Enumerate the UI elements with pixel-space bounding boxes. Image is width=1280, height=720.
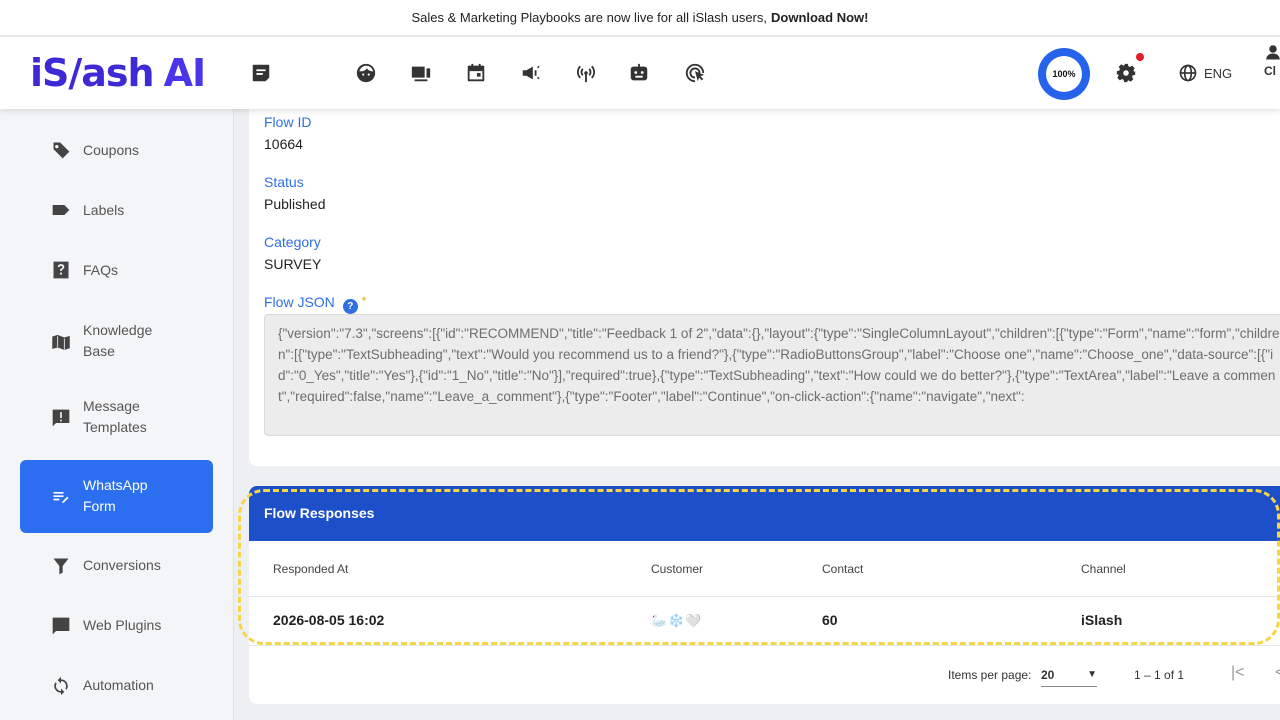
items-per-page-value: 20 (1041, 668, 1055, 682)
pagination-range: 1 – 1 of 1 (1134, 668, 1185, 682)
sidebar-item-web-plugins[interactable]: Web Plugins (20, 604, 213, 648)
target-cursor-icon[interactable] (683, 61, 707, 85)
face-icon[interactable] (354, 61, 378, 85)
sidebar-item-label: Automation (83, 677, 154, 693)
alert-message-icon (50, 407, 72, 429)
required-marker: * (361, 294, 367, 308)
previous-page-icon[interactable]: < (1275, 664, 1280, 682)
completion-progress-value: 100% (1046, 56, 1082, 92)
sidebar-item-knowledge-base[interactable]: Knowledge Base (20, 309, 213, 375)
user-icon (1266, 45, 1280, 60)
language-label: ENG (1204, 65, 1233, 81)
flow-details-card: Flow ID 10664 Status Published Category … (249, 100, 1280, 466)
sidebar-item-conversions[interactable]: Conversions (20, 544, 213, 588)
broadcast-icon[interactable] (574, 61, 598, 85)
items-per-page-select[interactable]: 20 ▼ (1041, 668, 1097, 687)
flow-responses-title: Flow Responses (264, 505, 375, 521)
dropdown-arrow-icon: ▼ (1087, 669, 1097, 680)
sidebar-item-label: FAQs (83, 262, 119, 278)
filter-icon (50, 555, 72, 577)
sync-icon (50, 675, 72, 697)
sidebar-item-automation[interactable]: Automation (20, 664, 213, 708)
completion-progress[interactable]: 100% (1038, 48, 1090, 100)
first-page-icon[interactable]: |< (1231, 664, 1245, 682)
sidebar-item-label: Conversions (83, 557, 161, 573)
sidebar-item-labels[interactable]: Labels (20, 189, 213, 233)
sidebar-item-coupons[interactable]: Coupons (20, 129, 213, 173)
banner-text: Sales & Marketing Playbooks are now live… (411, 10, 768, 25)
flow-id-label: Flow ID (264, 114, 312, 130)
gear-icon[interactable] (1114, 61, 1138, 85)
column-header-channel[interactable]: Channel (1081, 562, 1126, 576)
items-per-page-label: Items per page: (948, 668, 1032, 682)
chat-icon (50, 615, 72, 637)
status-label: Status (264, 174, 304, 190)
sidebar-item-label: WhatsApp Form (83, 477, 148, 514)
sidebar-item-faqs[interactable]: FAQs (20, 249, 213, 293)
robot-icon[interactable] (627, 61, 651, 85)
sidebar-item-label: Coupons (83, 142, 140, 158)
sidebar-item-whatsapp-form[interactable]: WhatsApp Form (20, 460, 213, 533)
flow-id-value: 10664 (264, 136, 303, 152)
cell-channel: iSlash (1081, 612, 1123, 628)
notes-icon[interactable] (249, 61, 273, 85)
sidebar-item-label: Message Templates (83, 398, 147, 435)
column-header-customer[interactable]: Customer (651, 562, 703, 576)
download-now-link[interactable]: Download Now! (771, 10, 869, 25)
calendar-icon[interactable] (464, 61, 488, 85)
form-icon (50, 486, 72, 508)
user-menu[interactable]: Cl (1264, 43, 1280, 78)
label-icon (50, 199, 72, 221)
book-icon (50, 331, 72, 353)
column-header-contact[interactable]: Contact (822, 562, 863, 576)
notification-dot (1136, 53, 1144, 61)
status-value: Published (264, 196, 326, 212)
cell-responded-at: 2026-08-05 16:02 (273, 612, 385, 628)
cell-contact: 60 (822, 612, 838, 628)
media-icon[interactable] (409, 61, 433, 85)
help-icon[interactable]: ? (342, 299, 358, 314)
column-header-responded-at[interactable]: Responded At (273, 562, 348, 576)
language-selector[interactable]: ENG (1178, 63, 1232, 83)
flow-json-textarea[interactable]: {"version":"7.3","screens":[{"id":"RECOM… (264, 314, 1280, 436)
flow-responses-card: Flow Responses Responded At Customer Con… (249, 486, 1280, 704)
flow-json-label-row: Flow JSON? * (264, 294, 366, 314)
megaphone-icon[interactable] (519, 61, 543, 85)
sidebar: Coupons Labels FAQs Knowledge Base Messa… (0, 109, 234, 720)
cell-customer: 🦢❄️🤍 (651, 613, 703, 628)
islash-logo[interactable]: iS/ash AI (30, 51, 206, 95)
category-value: SURVEY (264, 256, 322, 272)
flow-json-label: Flow JSON (264, 294, 335, 310)
globe-icon (1179, 64, 1197, 82)
sidebar-item-message-templates[interactable]: Message Templates (20, 385, 213, 451)
announcement-banner: Sales & Marketing Playbooks are now live… (0, 0, 1280, 36)
sidebar-item-label: Labels (83, 202, 125, 218)
category-label: Category (264, 234, 321, 250)
help-icon (50, 259, 72, 281)
sidebar-item-label: Knowledge Base (83, 322, 153, 359)
sidebar-item-label: Web Plugins (83, 617, 162, 633)
user-label: Cl (1264, 64, 1276, 78)
flow-responses-header: Flow Responses (249, 486, 1280, 541)
tag-icon (50, 139, 72, 161)
top-navigation-bar: iS/ash AI 100% ENG Cl (0, 37, 1280, 109)
table-row[interactable] (249, 596, 1280, 646)
